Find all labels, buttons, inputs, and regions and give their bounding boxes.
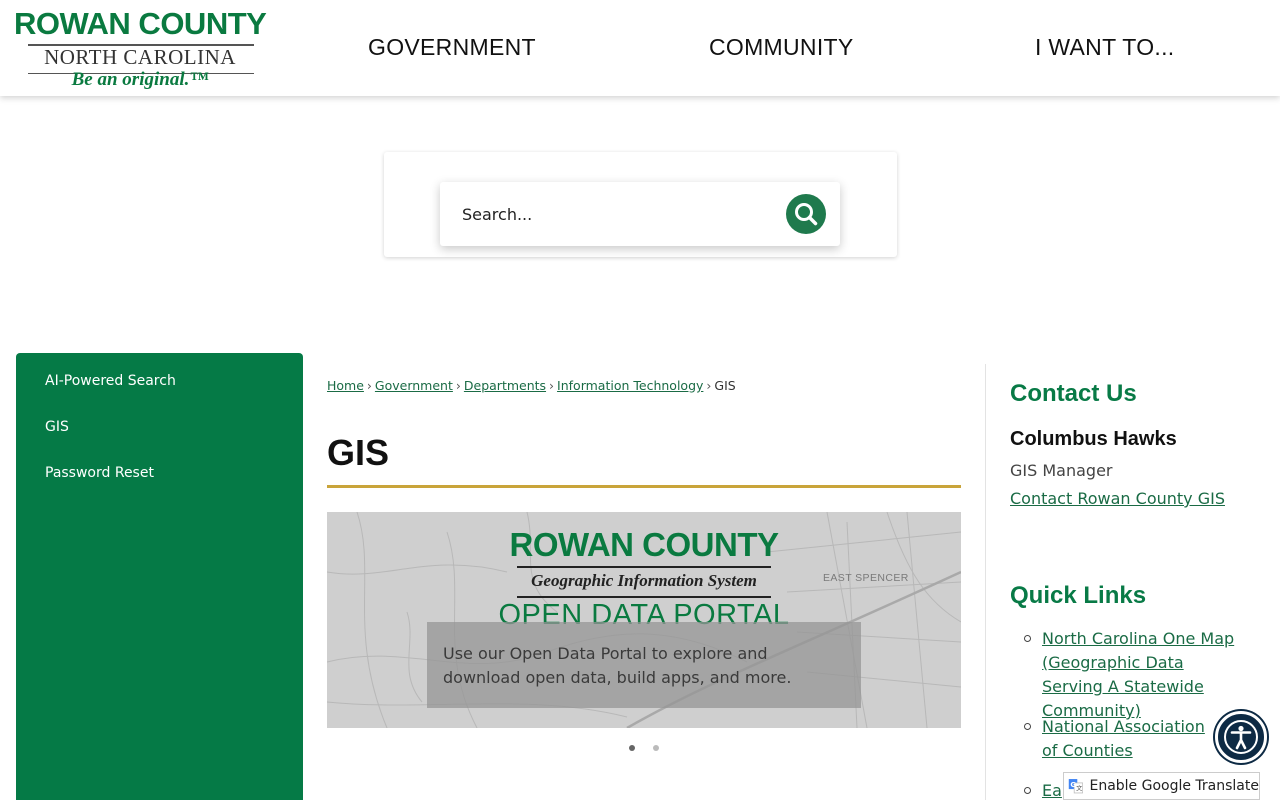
contact-heading: Contact Us (1010, 380, 1137, 407)
banner-caption: Use our Open Data Portal to explore and … (443, 644, 792, 687)
contact-gis-link[interactable]: Contact Rowan County GIS (1010, 489, 1225, 508)
search-input[interactable] (462, 198, 762, 230)
sidebar-nav: AI-Powered Search GIS Password Reset (16, 353, 303, 800)
site-header: ROWAN COUNTY NORTH CAROLINA Be an origin… (0, 0, 1280, 96)
contact-name: Columbus Hawks (1010, 428, 1177, 450)
county-logo[interactable]: ROWAN COUNTY NORTH CAROLINA Be an origin… (14, 6, 267, 92)
page-title: GIS (327, 432, 390, 473)
accessibility-button[interactable] (1215, 711, 1267, 763)
breadcrumb-current: GIS (714, 378, 736, 393)
sidebar-item-password-reset[interactable]: Password Reset (45, 465, 154, 481)
logo-county-name: ROWAN COUNTY (14, 6, 267, 41)
breadcrumb-separator: › (706, 378, 712, 393)
slide-dot-1[interactable] (629, 745, 635, 751)
nav-i-want-to[interactable]: I WANT TO... (1035, 34, 1175, 61)
quick-link-naco[interactable]: National Association of Counties (1042, 715, 1217, 763)
logo-tagline: Be an original.™ (71, 69, 209, 90)
title-underline (327, 485, 961, 488)
breadcrumb-home[interactable]: Home (327, 378, 364, 393)
google-translate-button[interactable]: G 文 Enable Google Translate (1063, 772, 1260, 800)
banner-rule-bottom (517, 596, 771, 598)
list-bullet (1024, 723, 1031, 730)
search-icon (795, 203, 818, 226)
quick-links-heading: Quick Links (1010, 582, 1147, 609)
breadcrumb-separator: › (549, 378, 555, 393)
svg-text:文: 文 (1076, 785, 1082, 793)
search-box (440, 182, 840, 246)
contact-title: GIS Manager (1010, 461, 1113, 480)
nav-government[interactable]: GOVERNMENT (368, 34, 536, 61)
breadcrumb-departments[interactable]: Departments (464, 378, 546, 393)
list-bullet (1024, 635, 1031, 642)
open-data-banner[interactable]: ROWAN COUNTY Geographic Information Syst… (327, 512, 961, 728)
breadcrumb: Home › Government › Departments › Information … (327, 378, 736, 393)
breadcrumb-separator: › (455, 378, 461, 393)
search-button[interactable] (786, 194, 826, 234)
google-translate-label: Enable Google Translate (1089, 778, 1259, 794)
breadcrumb-information-technology[interactable]: Information Technology (557, 378, 703, 393)
slide-dot-2[interactable] (653, 745, 659, 751)
accessibility-icon (1224, 720, 1258, 754)
map-place-label: EAST SPENCER (823, 572, 909, 584)
quick-link-nc-one-map[interactable]: North Carolina One Map (Geographic Data … (1042, 627, 1242, 723)
sidebar-item-gis[interactable]: GIS (45, 419, 69, 435)
list-bullet (1024, 787, 1031, 794)
column-divider (985, 364, 986, 800)
breadcrumb-separator: › (366, 378, 372, 393)
logo-state-name: NORTH CAROLINA (44, 45, 236, 69)
banner-title-county: ROWAN COUNTY (509, 526, 780, 563)
banner-rule-top (517, 566, 771, 568)
nav-community[interactable]: COMMUNITY (709, 34, 854, 61)
breadcrumb-government[interactable]: Government (375, 378, 453, 393)
sidebar-item-ai-powered-search[interactable]: AI-Powered Search (45, 373, 176, 389)
google-translate-icon: G 文 (1068, 779, 1084, 794)
banner-caption-box: Use our Open Data Portal to explore and … (427, 622, 861, 708)
